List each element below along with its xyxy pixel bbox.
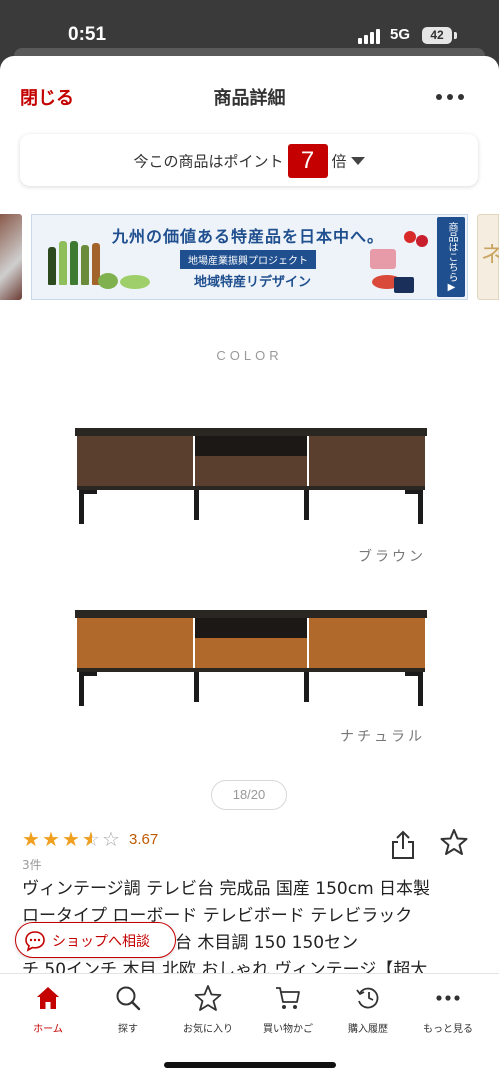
signal-icon <box>358 28 382 44</box>
tab-label: もっと見る <box>423 1024 473 1035</box>
status-time: 0:51 <box>68 24 107 45</box>
cart-icon <box>276 987 300 1009</box>
product-title-line: ヴィンテージ調 テレビ台 完成品 国産 150cm 日本製 <box>22 879 431 899</box>
points-banner[interactable]: 今この商品はポイント 7 倍 <box>20 134 478 186</box>
search-icon <box>116 986 141 1011</box>
tab-label: お気に入り <box>183 1024 233 1035</box>
tab-search[interactable]: 探す <box>88 982 168 1042</box>
points-suffix: 倍 <box>331 152 347 171</box>
gallery-pager: 18/20 <box>211 780 287 810</box>
tab-cart[interactable]: 買い物かご <box>248 982 328 1042</box>
network-label: 5G <box>390 26 411 43</box>
banner-title: 九州の価値ある特産品を日本中へ。 <box>112 227 385 246</box>
rating-value: 3.67 <box>129 831 159 848</box>
banner-cta-button[interactable]: 商品はこちら▶ <box>437 217 465 297</box>
favorite-star-icon[interactable] <box>440 828 468 856</box>
star-empty-icon: ☆ <box>102 827 120 851</box>
battery-icon: 42 <box>422 27 452 44</box>
tab-label: 買い物かご <box>263 1024 313 1035</box>
share-icon[interactable] <box>390 830 416 860</box>
tab-label: ホーム <box>33 1024 63 1035</box>
banner-prev-thumb[interactable] <box>0 214 22 300</box>
points-multiplier: 7 <box>287 144 328 178</box>
variant-caption: ナチュラル <box>340 729 425 745</box>
header: 閉じる 商品詳細 <box>0 56 499 128</box>
history-icon <box>356 987 379 1009</box>
star-icon <box>194 985 222 1011</box>
shop-consult-button[interactable]: ショップへ相談 <box>15 922 176 958</box>
tv-stand-image-brown <box>75 428 427 524</box>
more-dots-icon[interactable] <box>436 94 464 100</box>
shop-consult-label: ショップへ相談 <box>52 934 150 950</box>
battery-tip <box>454 32 457 39</box>
home-indicator[interactable] <box>164 1062 336 1068</box>
star-full-icon: ★ <box>62 827 80 851</box>
banner-subtitle: 地場産業振興プロジェクト <box>180 250 316 269</box>
star-full-icon: ★ <box>22 827 40 851</box>
review-count[interactable]: 3件 <box>22 856 42 873</box>
more-dots-icon <box>436 995 460 1001</box>
tab-label: 探す <box>118 1024 138 1035</box>
promo-banner[interactable]: 九州の価値ある特産品を日本中へ。 地場産業振興プロジェクト 地域特産リデザイン … <box>31 214 468 300</box>
chat-bubble-icon <box>25 931 45 952</box>
tab-favorites[interactable]: お気に入り <box>168 982 248 1042</box>
star-half-icon: ☆ ★ <box>82 827 100 851</box>
banner-carousel[interactable]: 九州の価値ある特産品を日本中へ。 地場産業振興プロジェクト 地域特産リデザイン … <box>0 214 499 300</box>
tab-more[interactable]: もっと見る <box>408 982 488 1042</box>
star-full-icon: ★ <box>42 827 60 851</box>
variant-caption: ブラウン <box>358 549 426 565</box>
tab-purchase-history[interactable]: 購入履歴 <box>328 982 408 1042</box>
banner-tagline: 地域特産リデザイン <box>194 275 312 290</box>
chevron-down-icon <box>350 157 365 165</box>
product-detail-sheet: 閉じる 商品詳細 今この商品はポイント 7 倍 九州の価値ある特産品を日本中へ。 地… <box>0 56 499 1080</box>
tab-home[interactable]: ホーム <box>8 982 88 1042</box>
page-title: 商品詳細 <box>213 88 286 109</box>
tv-stand-image-natural <box>75 610 427 706</box>
points-text: 今この商品はポイント <box>133 152 284 171</box>
tab-label: 購入履歴 <box>348 1024 388 1035</box>
home-icon <box>37 987 59 1009</box>
color-heading: COLOR <box>216 348 283 363</box>
bottom-tab-bar: ホーム 探す お気に入り 買い物かご 購入履歴 もっと見る <box>0 973 499 1080</box>
banner-next-thumb[interactable]: ネ <box>477 214 499 300</box>
